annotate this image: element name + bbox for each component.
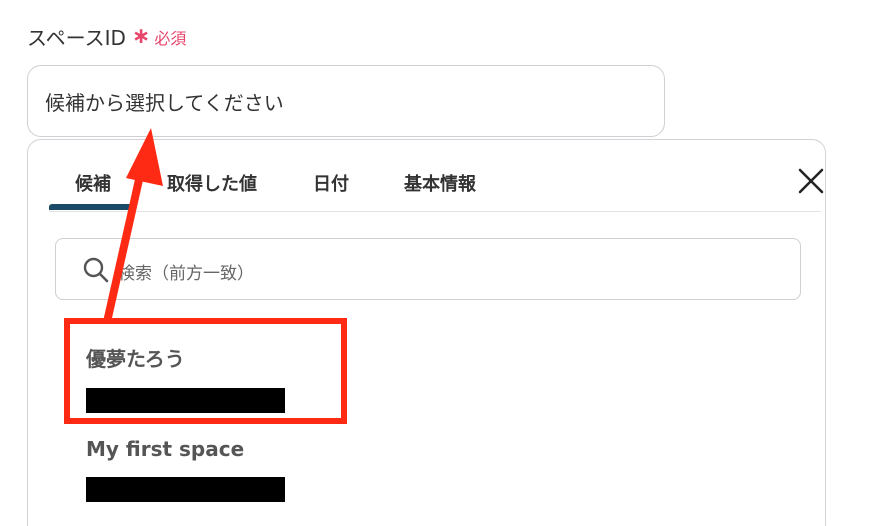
space-id-select[interactable]: 候補から選択してください xyxy=(27,65,665,137)
search-icon xyxy=(83,257,109,283)
list-item[interactable]: My first space xyxy=(86,437,285,502)
required-star-icon: ∗ xyxy=(131,24,151,49)
close-button[interactable] xyxy=(797,167,825,195)
option-name: My first space xyxy=(86,437,245,461)
required-badge: 必須 xyxy=(154,28,187,48)
tab-retrieved-values[interactable]: 取得した値 xyxy=(167,170,257,196)
annotation-highlight-box xyxy=(64,318,347,424)
page: スペースID ∗ 必須 候補から選択してください 候補 取得した値 日付 基本情… xyxy=(0,0,896,526)
search-input[interactable]: 検索（前方一致） xyxy=(55,238,801,300)
tab-basic-info[interactable]: 基本情報 xyxy=(404,170,476,196)
active-tab-indicator xyxy=(49,204,133,210)
field-label: スペースID ∗ 必須 xyxy=(27,22,186,51)
tab-candidates[interactable]: 候補 xyxy=(75,170,111,196)
field-label-text: スペースID xyxy=(27,26,126,50)
tab-bar: 候補 取得した値 日付 基本情報 xyxy=(49,140,824,212)
close-icon xyxy=(798,168,824,194)
tab-date[interactable]: 日付 xyxy=(313,170,349,196)
search-placeholder: 検索（前方一致） xyxy=(118,264,254,284)
select-placeholder: 候補から選択してください xyxy=(45,90,284,115)
redacted-id xyxy=(86,477,285,502)
